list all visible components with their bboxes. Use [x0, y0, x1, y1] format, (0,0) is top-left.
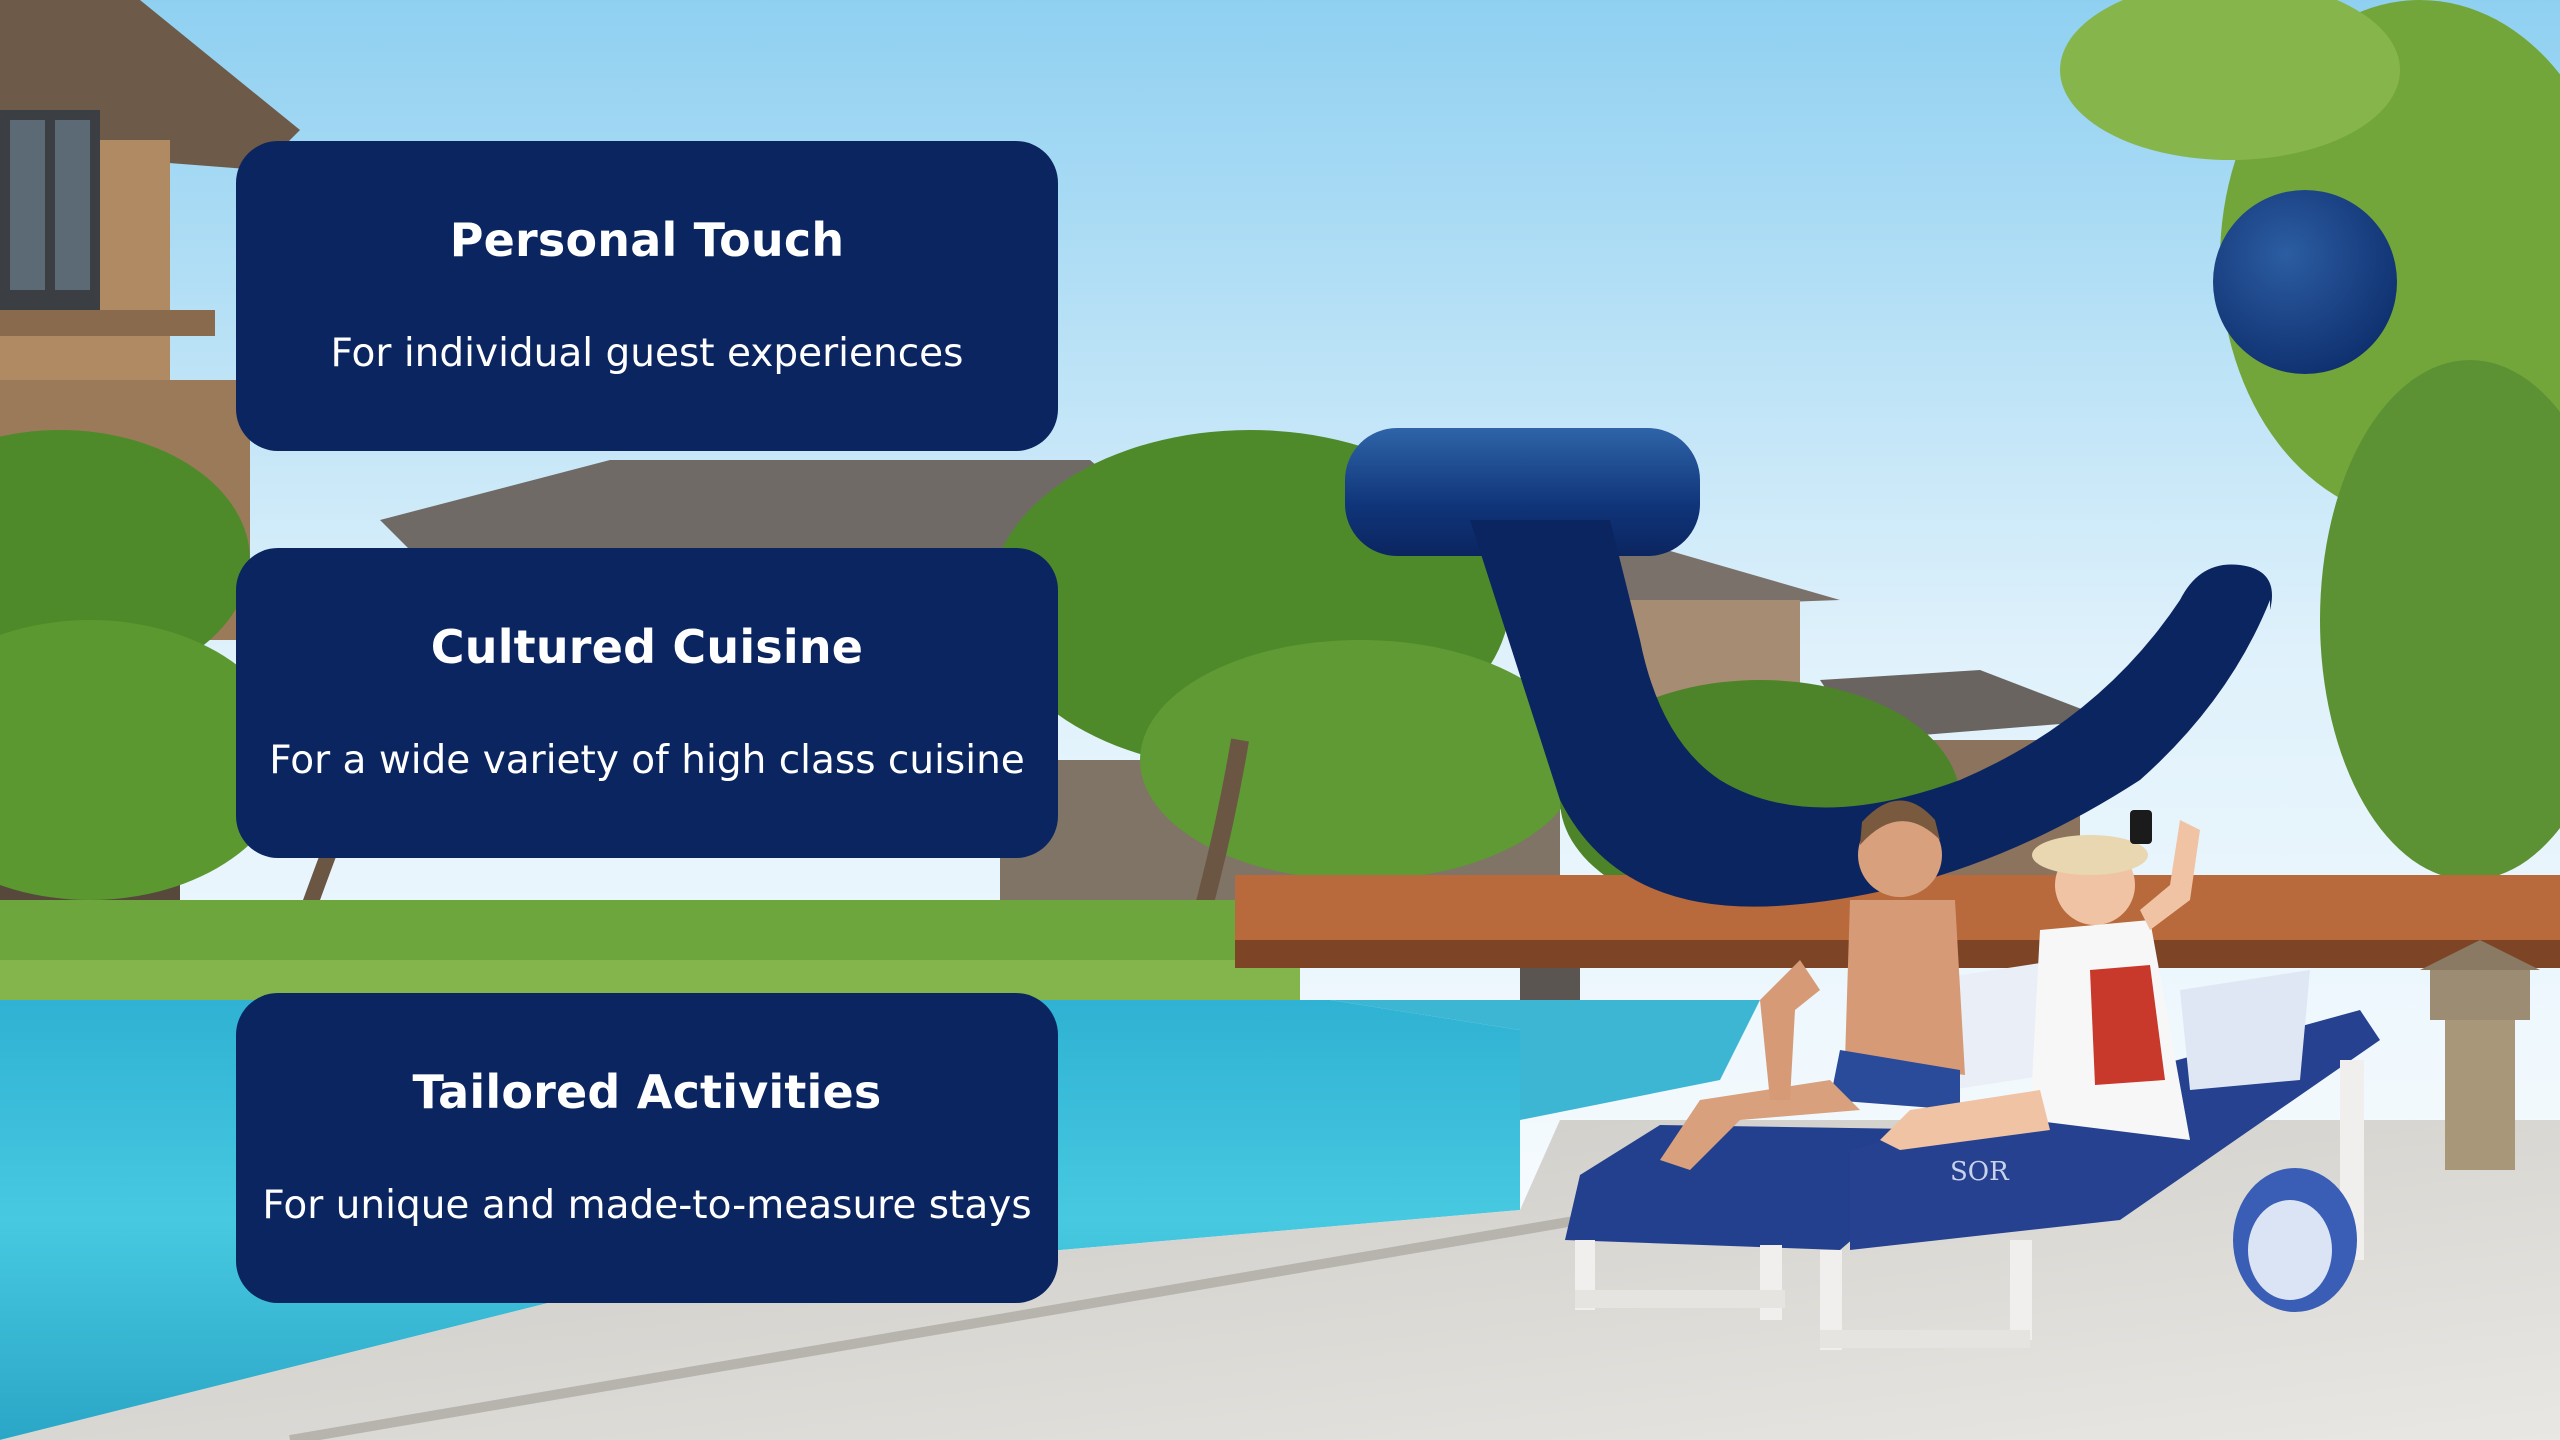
- feature-subtitle: For individual guest experiences: [330, 331, 964, 376]
- slide: SOR Personal Touch For individual guest …: [0, 0, 2560, 1440]
- feature-card-cultured-cuisine: Cultured Cuisine For a wide variety of h…: [236, 548, 1058, 858]
- feature-subtitle: For a wide variety of high class cuisine: [269, 738, 1025, 783]
- feature-title: Tailored Activities: [412, 1065, 882, 1119]
- feature-card-tailored-activities: Tailored Activities For unique and made-…: [236, 993, 1058, 1303]
- feature-card-personal-touch: Personal Touch For individual guest expe…: [236, 141, 1058, 451]
- svg-text:SOR: SOR: [1950, 1157, 2010, 1187]
- feature-title: Cultured Cuisine: [430, 620, 864, 674]
- feature-title: Personal Touch: [449, 213, 845, 267]
- feature-subtitle: For unique and made-to-measure stays: [262, 1183, 1032, 1228]
